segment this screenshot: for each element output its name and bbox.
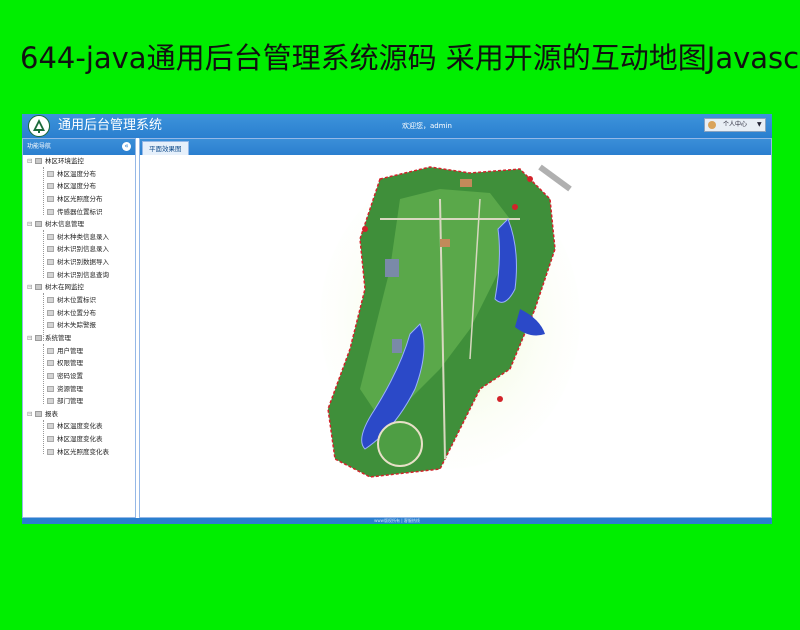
sidebar: 功能导航 « ⊟ 林区环境监控 林区温度分布 林区湿度分布 林区光照度分布 传感… xyxy=(22,138,136,518)
folder-icon xyxy=(35,334,42,341)
file-icon xyxy=(47,372,54,379)
sidebar-item-humidity-distribution[interactable]: 林区湿度分布 xyxy=(23,180,135,193)
file-icon xyxy=(47,360,54,367)
file-icon xyxy=(47,347,54,354)
user-center-label: 个人中心 xyxy=(723,121,748,128)
folder-icon xyxy=(35,410,42,417)
welcome-text: 欢迎您，admin xyxy=(402,122,452,130)
sidebar-header: 功能导航 « xyxy=(23,139,135,155)
file-icon xyxy=(47,322,54,329)
file-icon xyxy=(47,436,54,443)
file-icon xyxy=(47,398,54,405)
sidebar-item-users[interactable]: 用户管理 xyxy=(23,345,135,358)
file-icon xyxy=(47,208,54,215)
sidebar-item-resources[interactable]: 资源管理 xyxy=(23,383,135,396)
file-icon xyxy=(47,297,54,304)
sidebar-item-permissions[interactable]: 权限管理 xyxy=(23,357,135,370)
nav-tree: ⊟ 林区环境监控 林区温度分布 林区湿度分布 林区光照度分布 传感器位置标识 ⊟… xyxy=(23,155,135,458)
user-center-dropdown[interactable]: 个人中心 ▼ xyxy=(704,118,766,132)
park-map-image[interactable] xyxy=(320,159,580,479)
file-icon xyxy=(47,170,54,177)
sidebar-item-temp-report[interactable]: 林区温度变化表 xyxy=(23,420,135,433)
sidebar-item-humidity-report[interactable]: 林区湿度变化表 xyxy=(23,433,135,446)
file-icon xyxy=(47,246,54,253)
sidebar-group-tree-info[interactable]: ⊟ 树木信息管理 xyxy=(23,218,135,231)
sidebar-item-id-import[interactable]: 树木识别数据导入 xyxy=(23,256,135,269)
file-icon xyxy=(47,195,54,202)
sidebar-item-temp-distribution[interactable]: 林区温度分布 xyxy=(23,168,135,181)
folder-icon xyxy=(35,158,42,164)
forest-logo-icon xyxy=(28,115,50,137)
collapse-sidebar-button[interactable]: « xyxy=(122,142,131,151)
sidebar-item-id-entry[interactable]: 树木识别信息录入 xyxy=(23,243,135,256)
file-icon xyxy=(47,271,54,278)
user-icon xyxy=(708,121,716,129)
sidebar-item-tree-missing-alarm[interactable]: 树木失踪警报 xyxy=(23,319,135,332)
file-icon xyxy=(47,183,54,190)
page-banner-title: 644-java通用后台管理系统源码 采用开源的互动地图Javascript xyxy=(20,41,800,75)
app-header: 通用后台管理系统 欢迎您，admin 个人中心 ▼ xyxy=(22,114,772,138)
chevron-down-icon: ▼ xyxy=(757,121,762,128)
sidebar-item-id-query[interactable]: 树木识别信息查询 xyxy=(23,269,135,282)
tab-bar: 平面效果图 xyxy=(140,139,771,155)
file-icon xyxy=(47,259,54,266)
file-icon xyxy=(47,423,54,430)
file-icon xyxy=(47,233,54,240)
sidebar-item-departments[interactable]: 部门管理 xyxy=(23,395,135,408)
sidebar-title: 功能导航 xyxy=(27,143,52,150)
sidebar-item-password[interactable]: 密码设置 xyxy=(23,370,135,383)
tab-plan-view[interactable]: 平面效果图 xyxy=(142,141,189,155)
app-title: 通用后台管理系统 xyxy=(58,118,163,133)
sidebar-item-tree-location-mark[interactable]: 树木位置标识 xyxy=(23,294,135,307)
sidebar-group-reports[interactable]: ⊟ 报表 xyxy=(23,408,135,421)
file-icon xyxy=(47,385,54,392)
app-window: 通用后台管理系统 欢迎您，admin 个人中心 ▼ 功能导航 « ⊟ 林区环境监… xyxy=(22,114,772,524)
sidebar-item-tree-location-distribution[interactable]: 树木位置分布 xyxy=(23,307,135,320)
sidebar-item-light-report[interactable]: 林区光照度变化表 xyxy=(23,446,135,459)
sidebar-item-light-distribution[interactable]: 林区光照度分布 xyxy=(23,193,135,206)
sidebar-group-system[interactable]: ⊟ 系统管理 xyxy=(23,332,135,345)
sidebar-item-species-entry[interactable]: 树木种类信息录入 xyxy=(23,231,135,244)
sidebar-item-sensor-location[interactable]: 传感器位置标识 xyxy=(23,206,135,219)
footer: www版权所有 | 客服热线 xyxy=(22,518,772,524)
file-icon xyxy=(47,448,54,455)
folder-icon xyxy=(35,221,42,228)
sidebar-group-tree-online[interactable]: ⊟ 树木在网监控 xyxy=(23,281,135,294)
file-icon xyxy=(47,309,54,316)
sidebar-group-env-monitor[interactable]: ⊟ 林区环境监控 xyxy=(23,155,135,168)
folder-icon xyxy=(35,284,42,291)
main-panel: 平面效果图 xyxy=(139,138,772,518)
